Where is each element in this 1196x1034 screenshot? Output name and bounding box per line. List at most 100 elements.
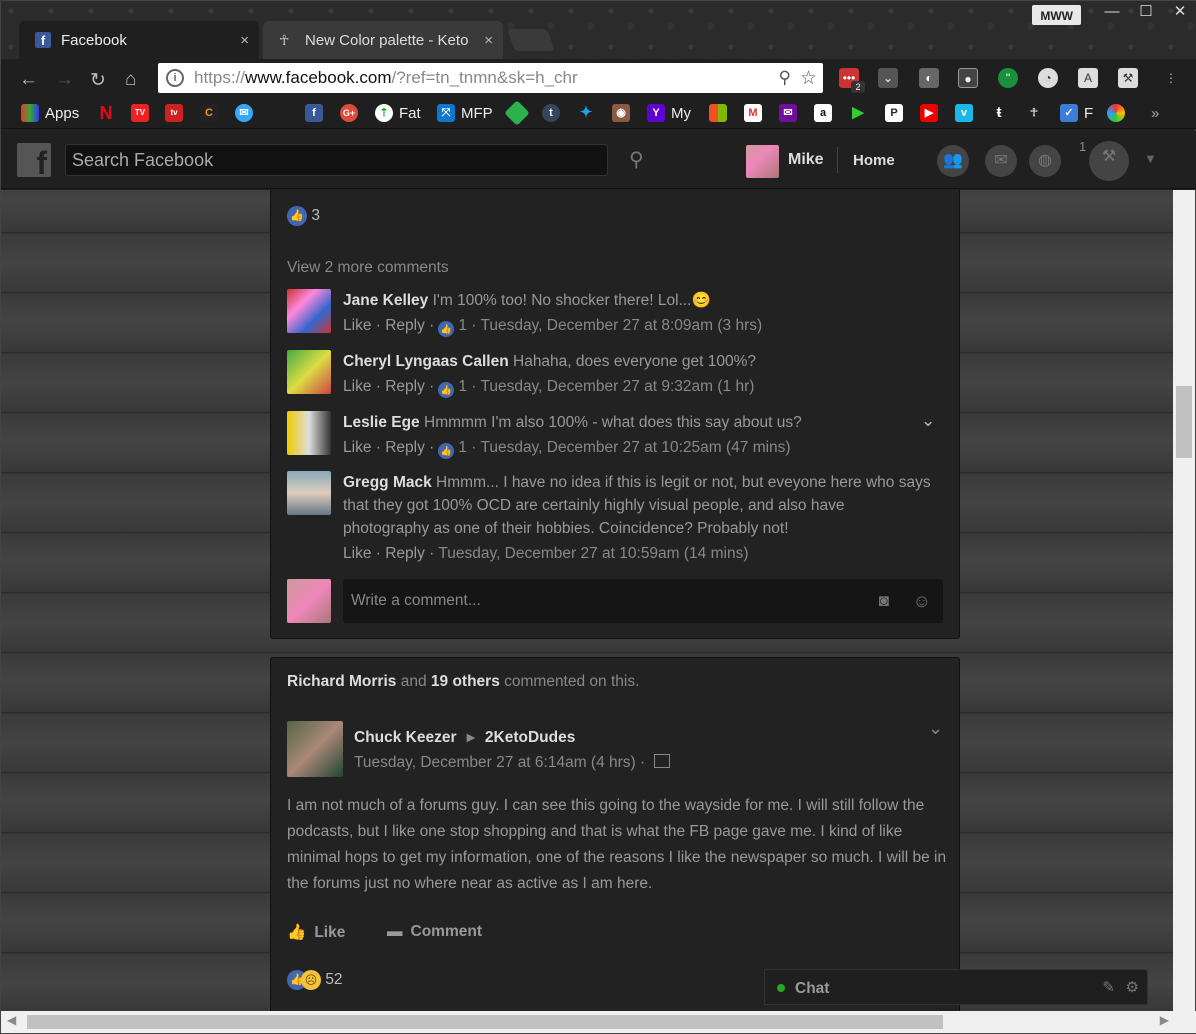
camera-icon[interactable]: ◙ xyxy=(879,579,889,623)
comment-options-chevron-icon[interactable]: ⌄ xyxy=(921,411,935,431)
bookmark-vimeo[interactable]: v xyxy=(955,102,979,124)
close-window-button[interactable]: ✕ xyxy=(1163,1,1196,25)
avatar[interactable] xyxy=(746,145,779,178)
tab-keto[interactable]: ☥ New Color palette - Keto × xyxy=(263,21,503,59)
story-actor-link[interactable]: Richard Morris xyxy=(287,673,396,690)
settings-wrench-icon[interactable]: ⚒ xyxy=(1089,141,1129,181)
scrollbar-thumb[interactable] xyxy=(1176,386,1192,458)
comment-timestamp[interactable]: Tuesday, December 27 at 10:59am (14 mins… xyxy=(438,545,748,562)
bookmark-youtube[interactable]: ▶ xyxy=(920,102,944,124)
bookmark-yahoo-mail[interactable]: ✉ xyxy=(779,102,803,124)
notifications-globe-icon[interactable]: ◍ xyxy=(1029,145,1061,177)
new-message-icon[interactable]: ✎ xyxy=(1102,978,1115,996)
bookmark-microsoft[interactable] xyxy=(709,102,733,124)
comment-author[interactable]: Leslie Ege xyxy=(343,414,420,431)
bookmark-tvguide[interactable]: TV xyxy=(131,102,155,124)
pocket-icon[interactable]: ⌄ xyxy=(878,68,898,88)
chat-settings-gear-icon[interactable]: ⚙ xyxy=(1126,978,1139,996)
bookmark-twitter[interactable]: ✦ xyxy=(577,102,601,124)
bookmark-star-icon[interactable]: ☆ xyxy=(800,67,817,90)
view-more-comments-link[interactable]: View 2 more comments xyxy=(287,259,449,277)
bookmark-apps[interactable]: Apps xyxy=(21,102,79,124)
bookmark-instagram[interactable]: ◉ xyxy=(612,102,636,124)
forward-icon[interactable]: → xyxy=(55,69,74,91)
comment-author[interactable]: Gregg Mack xyxy=(343,474,432,491)
bookmark-facebook[interactable]: f xyxy=(305,102,329,124)
reload-icon[interactable]: ↻ xyxy=(90,69,106,92)
avatar[interactable] xyxy=(287,289,331,333)
translate-icon[interactable]: A xyxy=(1078,68,1098,88)
wrench-icon[interactable]: ⚒ xyxy=(1118,68,1138,88)
back-icon[interactable]: ← xyxy=(19,69,38,91)
comment-actions[interactable]: Like · Reply · xyxy=(343,439,434,456)
comment-timestamp[interactable]: · Tuesday, December 27 at 8:09am (3 hrs) xyxy=(471,317,762,334)
post-author[interactable]: Chuck Keezer xyxy=(354,729,457,746)
bookmark-mfp[interactable]: ⤧ MFP xyxy=(437,102,493,124)
comment-timestamp[interactable]: · Tuesday, December 27 at 10:25am (47 mi… xyxy=(471,439,790,456)
bookmark-feedly[interactable] xyxy=(504,100,532,126)
scrollbar-thumb[interactable] xyxy=(27,1015,943,1029)
facebook-logo-icon[interactable]: f xyxy=(17,143,51,177)
bulb-icon[interactable]: ● xyxy=(958,68,978,88)
tab-close-icon[interactable]: × xyxy=(484,32,493,49)
site-info-icon[interactable]: i xyxy=(166,69,184,87)
comment-actions[interactable]: Like · Reply · xyxy=(343,545,434,562)
profile-link[interactable]: Mike xyxy=(788,151,824,169)
comment-timestamp[interactable]: · Tuesday, December 27 at 9:32am (1 hr) xyxy=(471,378,754,395)
messages-icon[interactable]: ✉ xyxy=(985,145,1017,177)
tab-close-icon[interactable]: × xyxy=(240,32,249,49)
bookmarks-overflow[interactable]: » xyxy=(1151,102,1159,124)
comment-author[interactable]: Jane Kelley xyxy=(343,292,428,309)
bookmark-person[interactable]: ☥ xyxy=(1025,102,1049,124)
comment-author[interactable]: Cheryl Lyngaas Callen xyxy=(343,353,509,370)
friend-requests-icon[interactable]: 👥 xyxy=(937,145,969,177)
post-timestamp[interactable]: Tuesday, December 27 at 6:14am (4 hrs) · xyxy=(354,754,645,771)
evernote-icon[interactable]: ◐ xyxy=(919,68,939,88)
bookmark-googleplus[interactable]: G+ xyxy=(340,102,364,124)
account-menu-chevron-icon[interactable]: ▼ xyxy=(1144,151,1157,166)
comment-input[interactable]: Write a comment... ◙ ☺ xyxy=(343,579,943,623)
audience-icon[interactable] xyxy=(653,754,670,768)
bookmark-f[interactable]: ✓ F xyxy=(1060,102,1093,124)
comment-button[interactable]: ▬ Comment xyxy=(387,923,482,941)
post-options-chevron-icon[interactable]: ⌄ xyxy=(928,718,943,739)
bookmark-yahoo-my[interactable]: Y My xyxy=(647,102,691,124)
menu-kebab-icon[interactable]: ⋮ xyxy=(1161,68,1181,88)
reaction-summary[interactable]: 👍 3 xyxy=(287,206,320,226)
home-link[interactable]: Home xyxy=(853,152,895,169)
bookmark-t[interactable]: ŧ xyxy=(990,102,1014,124)
url-text[interactable]: https://www.facebook.com/?ref=tn_tnmn&sk… xyxy=(194,68,578,88)
reaction-summary[interactable]: 👍☹ 52 xyxy=(287,970,343,990)
bookmark-fat[interactable]: ⇡ Fat xyxy=(375,102,421,124)
bookmark-play[interactable]: ▶ xyxy=(849,102,873,124)
minimize-button[interactable]: — xyxy=(1095,1,1129,25)
avatar[interactable] xyxy=(287,411,331,455)
vertical-scrollbar[interactable] xyxy=(1173,190,1195,1012)
bookmark-tv[interactable]: tv xyxy=(165,102,189,124)
address-bar[interactable]: i https://www.facebook.com/?ref=tn_tnmn&… xyxy=(158,63,823,93)
profile-button[interactable]: MWW xyxy=(1032,5,1081,25)
avatar[interactable] xyxy=(287,350,331,394)
hangouts-icon[interactable]: " xyxy=(998,68,1018,88)
maximize-button[interactable]: ☐ xyxy=(1129,1,1163,25)
bookmark-tumblr[interactable]: t xyxy=(542,102,566,124)
bookmark-pandora[interactable]: P xyxy=(885,102,909,124)
chat-bar[interactable]: Chat ✎ ⚙ xyxy=(764,969,1148,1005)
comment-actions[interactable]: Like · Reply · xyxy=(343,378,434,395)
scroll-left-arrow-icon[interactable]: ◀ xyxy=(7,1013,16,1027)
story-others-link[interactable]: 19 others xyxy=(431,673,500,690)
new-tab-button[interactable] xyxy=(506,29,556,51)
like-button[interactable]: 👍 Like xyxy=(287,923,345,942)
bookmark-pinwheel[interactable] xyxy=(1107,102,1131,124)
emoji-icon[interactable]: ☺ xyxy=(913,579,931,623)
search-icon[interactable]: ⚲ xyxy=(629,147,644,172)
search-input[interactable]: Search Facebook xyxy=(65,144,608,176)
bookmark-mail[interactable]: ✉ xyxy=(235,102,259,124)
bookmark-amazon[interactable]: a xyxy=(814,102,838,124)
home-icon[interactable]: ⌂ xyxy=(125,69,136,91)
comment-actions[interactable]: Like · Reply · xyxy=(343,317,434,334)
horizontal-scrollbar[interactable]: ◀ ▶ xyxy=(1,1011,1196,1033)
bookmark-netflix[interactable]: N xyxy=(97,102,121,124)
tab-facebook[interactable]: f Facebook × xyxy=(19,21,259,59)
bookmark-gmail[interactable]: M xyxy=(744,102,768,124)
